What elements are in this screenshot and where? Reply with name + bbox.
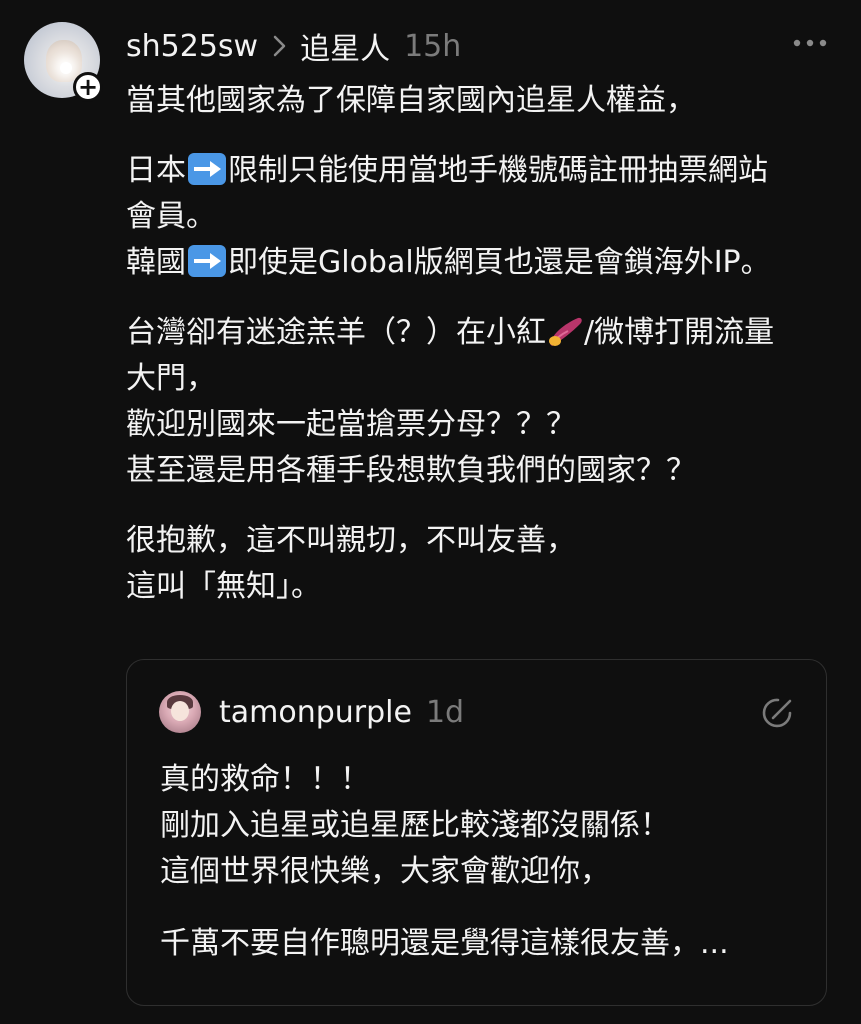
quoted-post-card[interactable]: tamonpurple 1d 真的救命！！！ 剛加入追星或追星歷比較淺都沒關係！…	[126, 659, 827, 1006]
quoted-text-line: 剛加入追星或追星歷比較淺都沒關係！	[160, 808, 670, 843]
avatar-light-image	[60, 62, 72, 74]
thread-post: + sh525sw 追星人 15h 當其他國家為了保障自家國內追星人權益， 日本…	[0, 0, 861, 1024]
post-text-line: 當其他國家為了保障自家國內追星人權益，	[126, 83, 696, 118]
sweet-potato-emoji-icon	[549, 317, 582, 346]
post-header: sh525sw 追星人 15h	[126, 24, 461, 68]
right-arrow-emoji-icon	[188, 153, 226, 185]
post-text-line: 這叫「無知」。	[126, 569, 321, 604]
quoted-username[interactable]: tamonpurple	[219, 695, 412, 730]
quoted-text-line: 真的救命！！！	[160, 762, 370, 797]
quoted-user-avatar[interactable]	[159, 691, 201, 733]
quoted-text-line: 這個世界很快樂，大家會歡迎你，	[160, 854, 610, 889]
post-text-line: 甚至還是用各種手段想欺負我們的國家？？	[126, 453, 696, 488]
right-arrow-emoji-icon	[188, 245, 226, 277]
post-text-line: 很抱歉，這不叫親切，不叫友善，	[126, 523, 576, 558]
quoted-text-line: 千萬不要自作聰明還是覺得這樣很友善，...	[160, 926, 729, 961]
quoted-post-header: tamonpurple 1d	[219, 690, 464, 734]
post-text-line: 歡迎別國來一起當搶票分母？？？	[126, 407, 576, 442]
follow-plus-button[interactable]: +	[73, 72, 103, 102]
post-text-line: 大門，	[126, 361, 216, 396]
quoted-post-body: 真的救命！！！ 剛加入追星或追星歷比較淺都沒關係！ 這個世界很快樂，大家會歡迎你…	[160, 757, 800, 967]
quoted-timestamp: 1d	[425, 694, 465, 730]
post-username[interactable]: sh525sw	[126, 29, 258, 64]
post-text-line: 台灣卻有迷途羔羊（？）在小紅/微博打開流量	[126, 315, 775, 350]
edit-icon[interactable]	[761, 696, 795, 730]
post-timestamp: 15h	[404, 28, 462, 64]
chevron-right-icon	[273, 35, 286, 57]
post-text-line: 日本 限制只能使用當地手機號碼註冊抽票網站	[126, 153, 768, 188]
avatar-face-image	[171, 701, 189, 721]
post-body: 當其他國家為了保障自家國內追星人權益， 日本 限制只能使用當地手機號碼註冊抽票網站…	[126, 78, 831, 610]
post-text-line: 會員。	[126, 199, 216, 234]
more-options-icon[interactable]	[792, 36, 828, 50]
post-text-line: 韓國 即使是Global版網頁也還是會鎖海外IP。	[126, 245, 771, 280]
topic-tag[interactable]: 追星人	[300, 24, 390, 68]
